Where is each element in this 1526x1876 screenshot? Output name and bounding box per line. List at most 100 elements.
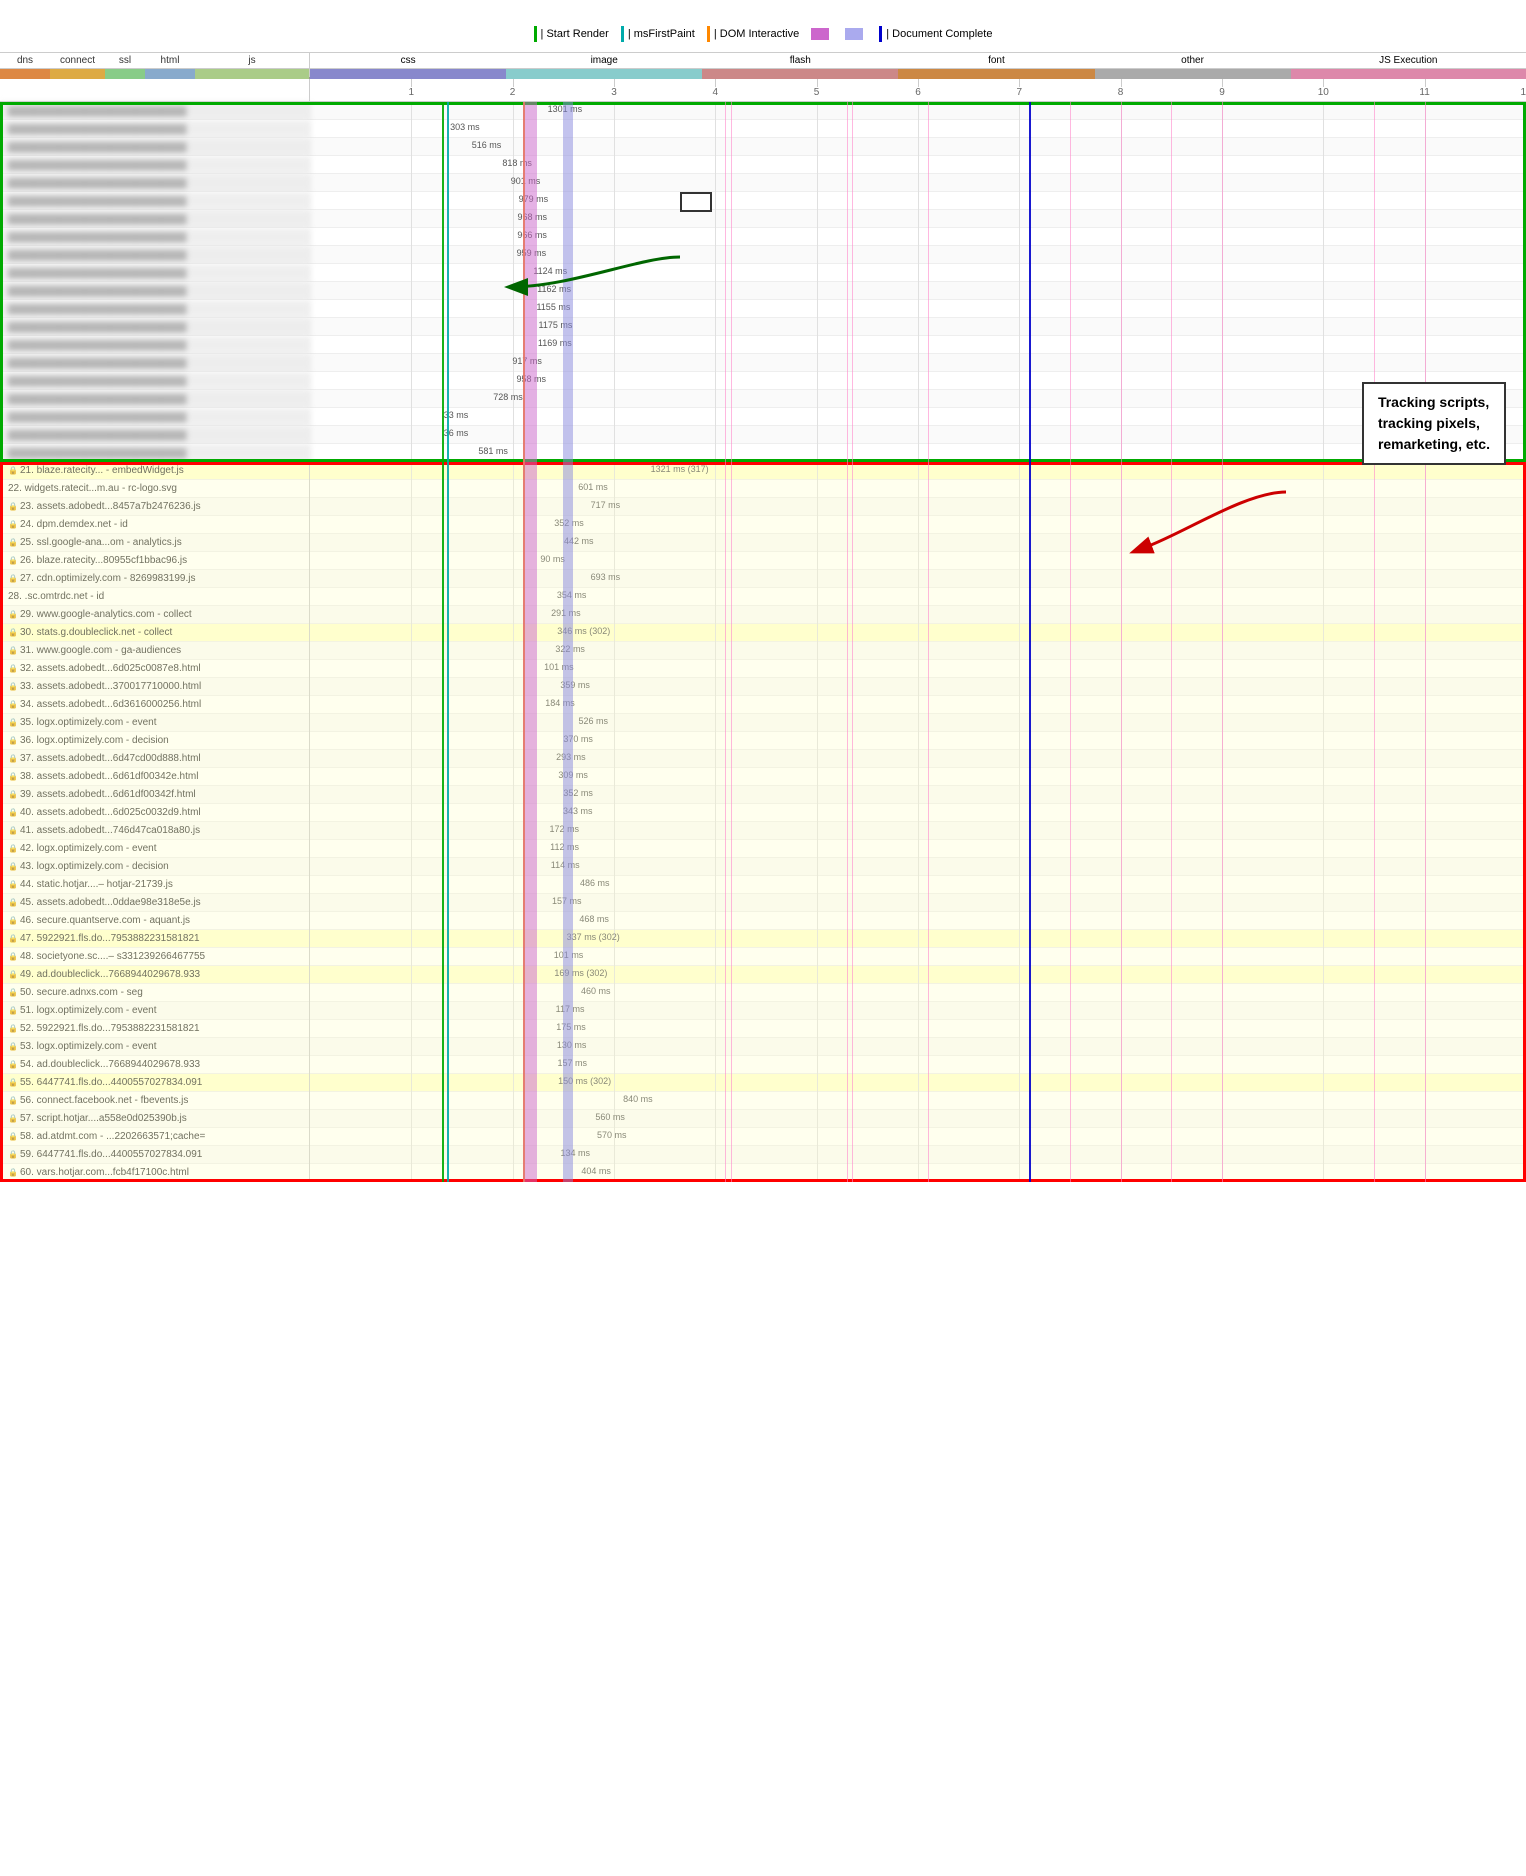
ms-label: 184 ms	[545, 698, 575, 708]
url-text: 30. stats.g.doubleclick.net - collect	[20, 627, 172, 638]
waterfall-cell: 114 ms	[310, 858, 1526, 876]
table-row: ████████████████████████████958 ms	[0, 372, 1526, 390]
ms-label: 404 ms	[581, 1166, 611, 1176]
table-row: 🔒50. secure.adnxs.com - seg 460 ms	[0, 984, 1526, 1002]
url-text: 31. www.google.com - ga-audiences	[20, 645, 181, 656]
waterfall-cell: 901 ms	[310, 174, 1526, 192]
table-row: ████████████████████████████36 ms	[0, 426, 1526, 444]
lock-icon: 🔒	[8, 1042, 18, 1051]
url-cell: ████████████████████████████	[0, 408, 310, 426]
url-cell: 🔒46. secure.quantserve.com - aquant.js	[0, 912, 310, 930]
col-header-font: font	[898, 55, 1094, 66]
table-row: ████████████████████████████959 ms	[0, 246, 1526, 264]
ms-label: 979 ms	[519, 194, 549, 204]
url-text: 27. cdn.optimizely.com - 8269983199.js	[20, 573, 195, 584]
table-row: ████████████████████████████ 1155 ms	[0, 300, 1526, 318]
ms-label: 303 ms	[450, 122, 480, 132]
col-header-css: css	[310, 55, 506, 66]
url-cell: ████████████████████████████	[0, 264, 310, 282]
url-cell: ████████████████████████████	[0, 120, 310, 138]
lock-icon: 🔒	[8, 736, 18, 745]
lock-icon: 🔒	[8, 808, 18, 817]
table-row: ████████████████████████████1175 ms	[0, 318, 1526, 336]
url-text: 42. logx.optimizely.com - event	[20, 843, 157, 854]
waterfall-cell: 303 ms	[310, 120, 1526, 138]
waterfall-cell: 460 ms	[310, 984, 1526, 1002]
ms-label: 486 ms	[580, 878, 610, 888]
css-color	[310, 69, 506, 79]
url-cell: 🔒27. cdn.optimizely.com - 8269983199.js	[0, 570, 310, 588]
table-row: ████████████████████████████1169 ms	[0, 336, 1526, 354]
table-row: 🔒49. ad.doubleclick...7668944029678.9331…	[0, 966, 1526, 984]
url-text: 23. assets.adobedt...8457a7b2476236.js	[20, 501, 201, 512]
url-cell: ████████████████████████████	[0, 426, 310, 444]
tick-5: 5	[814, 87, 820, 98]
url-cell: 🔒45. assets.adobedt...0ddae98e318e5e.js	[0, 894, 310, 912]
waterfall-cell: 979 ms	[310, 192, 1526, 210]
ms-label: 157 ms	[552, 896, 582, 906]
waterfall-cell: 157 ms	[310, 1056, 1526, 1074]
ms-label: 959 ms	[517, 248, 547, 258]
url-text: 43. logx.optimizely.com - decision	[20, 861, 169, 872]
ms-label: 717 ms	[591, 500, 621, 510]
url-text: 58. ad.atdmt.com - ...2202663571;cache=	[20, 1131, 205, 1142]
url-cell: ████████████████████████████	[0, 192, 310, 210]
waterfall-cell: 717 ms	[310, 498, 1526, 516]
table-row: 🔒39. assets.adobedt...6d61df00342f.html3…	[0, 786, 1526, 804]
url-text: 28. .sc.omtrdc.net - id	[8, 591, 104, 602]
table-row: 22. widgets.ratecit...m.au - rc-logo.svg…	[0, 480, 1526, 498]
url-text: 34. assets.adobedt...6d3616000256.html	[20, 699, 201, 710]
url-cell: 🔒36. logx.optimizely.com - decision	[0, 732, 310, 750]
url-cell: 🔒50. secure.adnxs.com - seg	[0, 984, 310, 1002]
waterfall-cell: 101 ms	[310, 948, 1526, 966]
lock-icon: 🔒	[8, 1060, 18, 1069]
waterfall-cell: 117 ms	[310, 1002, 1526, 1020]
ms-label: 130 ms	[557, 1040, 587, 1050]
ms-label: 1301 ms	[548, 104, 583, 114]
url-cell: 🔒59. 6447741.fls.do...4400557027834.091	[0, 1146, 310, 1164]
lock-icon: 🔒	[8, 790, 18, 799]
ms-label: 112 ms	[550, 842, 579, 852]
lock-icon: 🔒	[8, 952, 18, 961]
ms-label: 1155 ms	[536, 302, 570, 312]
tick-9: 9	[1219, 87, 1225, 98]
ms-label: 460 ms	[581, 986, 611, 996]
table-row: 🔒57. script.hotjar....a558e0d025390b.js5…	[0, 1110, 1526, 1128]
lock-icon: 🔒	[8, 916, 18, 925]
waterfall-cell: 1155 ms	[310, 300, 1526, 318]
table-row: 🔒60. vars.hotjar.com...fcb4f17100c.html4…	[0, 1164, 1526, 1182]
dns-color	[0, 69, 50, 79]
other-color	[1095, 69, 1291, 79]
ms-label: 322 ms	[555, 644, 585, 654]
lock-icon: 🔒	[8, 880, 18, 889]
table-row: ████████████████████████████1301 ms	[0, 102, 1526, 120]
url-text: 51. logx.optimizely.com - event	[20, 1005, 157, 1016]
waterfall-cell: 601 ms	[310, 480, 1526, 498]
url-cell: 🔒24. dpm.demdex.net - id	[0, 516, 310, 534]
ms-label: 157 ms	[557, 1058, 587, 1068]
table-row: ████████████████████████████ 33 ms	[0, 408, 1526, 426]
ms-label: 346 ms (302)	[557, 626, 610, 636]
url-text: 32. assets.adobedt...6d025c0087e8.html	[20, 663, 201, 674]
waterfall-cell: 1169 ms	[310, 336, 1526, 354]
table-row: 🔒37. assets.adobedt...6d47cd00d888.html2…	[0, 750, 1526, 768]
col-header-dns: dns	[0, 53, 50, 68]
url-cell: ████████████████████████████	[0, 336, 310, 354]
table-row: 🔒38. assets.adobedt...6d61df00342e.html3…	[0, 768, 1526, 786]
ms-label: 601 ms	[578, 482, 608, 492]
url-cell: 🔒57. script.hotjar....a558e0d025390b.js	[0, 1110, 310, 1128]
tick-7: 7	[1017, 87, 1023, 98]
legend-dom-content-loaded	[811, 28, 833, 40]
lock-icon: 🔒	[8, 574, 18, 583]
waterfall-cell: 309 ms	[310, 768, 1526, 786]
ms-label: 33 ms	[444, 410, 469, 420]
legend-dom-interactive-label: | DOM Interactive	[714, 28, 799, 40]
waterfall-cell: 130 ms	[310, 1038, 1526, 1056]
tick-2: 2	[510, 87, 516, 98]
waterfall-cell: 175 ms	[310, 1020, 1526, 1038]
html-color	[145, 69, 195, 79]
url-cell: ████████████████████████████	[0, 300, 310, 318]
url-cell: 🔒55. 6447741.fls.do...4400557027834.091	[0, 1074, 310, 1092]
url-text: 52. 5922921.fls.do...7953882231581821	[20, 1023, 200, 1034]
url-cell: 🔒58. ad.atdmt.com - ...2202663571;cache=	[0, 1128, 310, 1146]
